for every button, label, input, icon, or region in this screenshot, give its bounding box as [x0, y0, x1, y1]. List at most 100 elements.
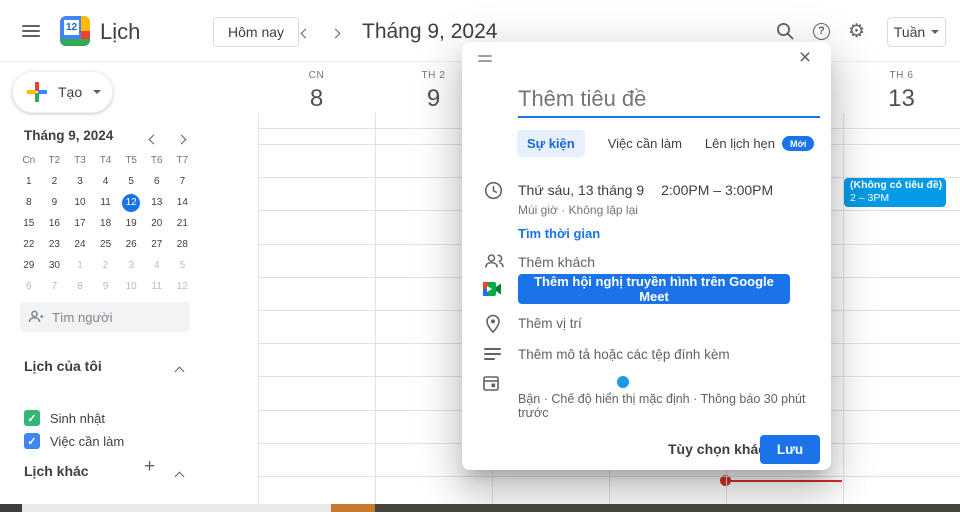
clock-icon	[484, 181, 504, 201]
minical-day[interactable]: 8	[67, 276, 93, 297]
search-icon[interactable]	[775, 21, 797, 43]
minical-prev-icon[interactable]	[150, 130, 157, 148]
add-meet-button[interactable]: Thêm hội nghị truyền hình trên Google Me…	[518, 274, 790, 304]
calendar-list-item[interactable]: ✓Sinh nhật	[24, 410, 105, 426]
minical-day[interactable]: 20	[144, 213, 170, 234]
collapse-my-calendars-icon[interactable]	[176, 362, 183, 380]
minical-day[interactable]: 4	[93, 171, 119, 192]
search-people-input[interactable]: Tìm người	[20, 302, 190, 332]
minical-next-icon[interactable]	[178, 130, 185, 148]
today-button[interactable]: Hôm nay	[213, 17, 299, 47]
tab-selected[interactable]: Sự kiện	[517, 130, 585, 157]
minical-day[interactable]: 27	[144, 234, 170, 255]
minical-day[interactable]: 6	[144, 171, 170, 192]
tab-item[interactable]: Việc cần làm	[608, 136, 682, 151]
add-guests-field[interactable]: Thêm khách	[518, 254, 595, 270]
minical-day[interactable]: 9	[42, 192, 68, 213]
minical-day[interactable]: 1	[16, 171, 42, 192]
drag-handle-icon[interactable]	[478, 55, 492, 65]
minical-day[interactable]: 5	[170, 255, 196, 276]
minical-day[interactable]: 22	[16, 234, 42, 255]
event-datetime-row[interactable]: Thứ sáu, 13 tháng 92:00PM – 3:00PM	[518, 182, 773, 198]
minical-day[interactable]: 14	[170, 192, 196, 213]
day-header[interactable]: CN8	[258, 70, 375, 113]
add-other-calendar-icon[interactable]: +	[144, 456, 155, 478]
minical-day[interactable]: 11	[93, 192, 119, 213]
minical-day[interactable]: 25	[93, 234, 119, 255]
minical-day[interactable]: 5	[118, 171, 144, 192]
save-button[interactable]: Lưu	[760, 435, 820, 464]
minical-day[interactable]: 8	[16, 192, 42, 213]
bottom-scrollbar[interactable]	[0, 504, 960, 512]
day-header[interactable]: TH 613	[843, 70, 960, 113]
find-time-link[interactable]: Tìm thời gian	[518, 226, 600, 241]
minical-day[interactable]: 9	[93, 276, 119, 297]
minical-day-number: 24	[71, 236, 89, 254]
tab-item[interactable]: Lên lịch hẹnMới	[705, 136, 815, 151]
minical-day[interactable]: 17	[67, 213, 93, 234]
calendar-list-item[interactable]: ✓Việc cần làm	[24, 433, 124, 449]
minical-day[interactable]: 1	[67, 255, 93, 276]
calendar-checkbox[interactable]: ✓	[24, 410, 40, 426]
minical-day[interactable]: 29	[16, 255, 42, 276]
minical-day[interactable]: 3	[118, 255, 144, 276]
minical-day[interactable]: 28	[170, 234, 196, 255]
minical-header-row: CnT2T3T4T5T6T7	[16, 150, 202, 171]
mini-calendar: CnT2T3T4T5T6T712345678910111213141516171…	[16, 150, 202, 297]
create-button[interactable]: Tạo	[12, 71, 113, 113]
event-block[interactable]: (Không có tiêu đề) 2 – 3PM	[844, 178, 946, 207]
minical-day[interactable]: 11	[144, 276, 170, 297]
search-people-placeholder: Tìm người	[52, 310, 113, 325]
minical-day[interactable]: 24	[67, 234, 93, 255]
availability-row[interactable]: Bận · Chế độ hiển thị mặc định · Thông b…	[518, 392, 831, 420]
add-description-field[interactable]: Thêm mô tả hoặc các tệp đính kèm	[518, 347, 730, 362]
minical-day-number: 12	[122, 194, 140, 212]
next-period-icon[interactable]	[332, 24, 348, 40]
calendar-logo-icon[interactable]: 12	[60, 16, 90, 46]
chevron-down-icon	[93, 90, 101, 94]
scrollbar-thumb[interactable]	[331, 504, 375, 512]
minical-day[interactable]: 10	[118, 276, 144, 297]
minical-day[interactable]: 7	[42, 276, 68, 297]
close-icon[interactable]: ×	[793, 46, 817, 70]
my-calendars-section-header[interactable]: Lịch của tôi	[24, 358, 102, 374]
minical-day[interactable]: 10	[67, 192, 93, 213]
minical-day[interactable]: 4	[144, 255, 170, 276]
calendar-checkbox[interactable]: ✓	[24, 433, 40, 449]
minical-day-number: 19	[122, 215, 140, 233]
minical-day[interactable]: 26	[118, 234, 144, 255]
minical-day[interactable]: 18	[93, 213, 119, 234]
minical-day[interactable]: 12	[170, 276, 196, 297]
minical-day[interactable]: 2	[93, 255, 119, 276]
minical-day[interactable]: 19	[118, 213, 144, 234]
other-calendars-section-header[interactable]: Lịch khác	[24, 463, 89, 479]
minical-day[interactable]: 6	[16, 276, 42, 297]
add-location-field[interactable]: Thêm vị trí	[518, 316, 582, 331]
event-time-range: 2:00PM – 3:00PM	[661, 182, 773, 198]
calendar-color-dot[interactable]	[617, 376, 629, 388]
collapse-other-calendars-icon[interactable]	[176, 467, 183, 485]
grid-line	[258, 476, 960, 477]
view-selector-dropdown[interactable]: Tuần	[887, 17, 946, 47]
calendar-icon	[482, 374, 502, 394]
settings-gear-icon[interactable]: ⚙	[848, 21, 870, 43]
minical-day[interactable]: 12	[118, 192, 144, 213]
minical-day[interactable]: 3	[67, 171, 93, 192]
minical-day[interactable]: 13	[144, 192, 170, 213]
minical-day[interactable]: 30	[42, 255, 68, 276]
more-options-button[interactable]: Tùy chọn khác	[668, 441, 766, 457]
prev-period-icon[interactable]	[302, 24, 318, 40]
minical-day[interactable]: 7	[170, 171, 196, 192]
app-title: Lịch	[100, 19, 140, 45]
minical-day[interactable]: 23	[42, 234, 68, 255]
minical-weekday-label: T5	[118, 150, 144, 171]
event-title-input[interactable]: Thêm tiêu đề	[518, 86, 646, 112]
event-time: 2 – 3PM	[850, 192, 940, 205]
minical-day[interactable]: 16	[42, 213, 68, 234]
minical-day-number: 2	[97, 257, 115, 275]
minical-day[interactable]: 21	[170, 213, 196, 234]
minical-day[interactable]: 2	[42, 171, 68, 192]
minical-day[interactable]: 15	[16, 213, 42, 234]
minical-day-number: 21	[173, 215, 191, 233]
main-menu-icon[interactable]	[18, 22, 44, 40]
